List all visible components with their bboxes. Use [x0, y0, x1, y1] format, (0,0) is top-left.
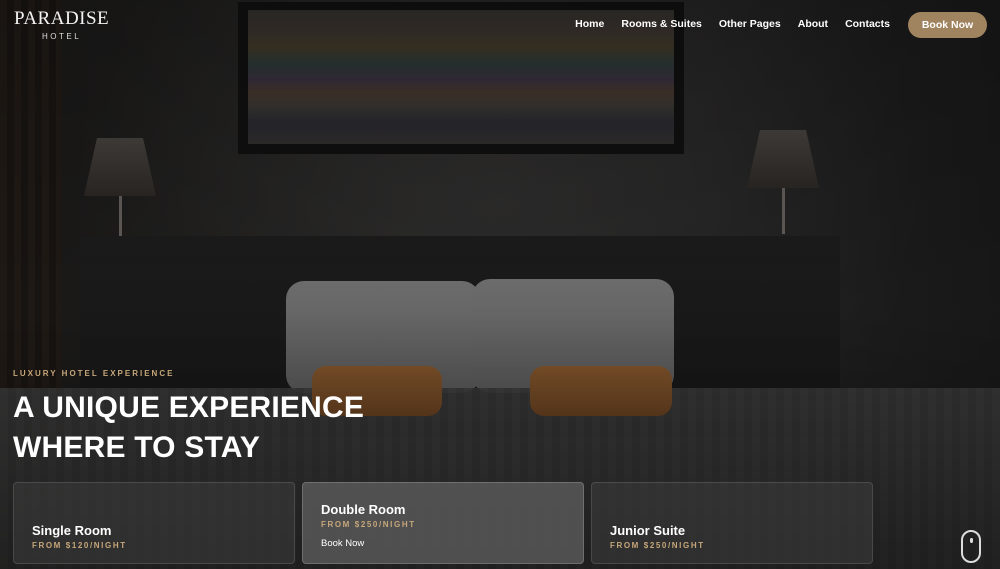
- brand-logo[interactable]: PARADISE HOTEL: [14, 8, 110, 42]
- room-card-title: Single Room: [32, 523, 112, 538]
- brand-tagline: HOTEL: [42, 32, 82, 41]
- room-card-price: FROM $250/NIGHT: [321, 520, 416, 529]
- nav-item-rooms-suites[interactable]: Rooms & Suites: [621, 18, 702, 30]
- room-card-junior-suite[interactable]: Junior Suite FROM $250/NIGHT: [591, 482, 873, 564]
- mouse-scroll-wheel: [970, 538, 973, 543]
- hero-eyebrow: LUXURY HOTEL EXPERIENCE: [13, 369, 175, 378]
- room-card-price: FROM $120/NIGHT: [32, 541, 127, 550]
- nav-item-other-pages[interactable]: Other Pages: [719, 18, 781, 30]
- hero-headline-line2: WHERE TO STAY: [13, 431, 261, 464]
- hero-headline-line1: A UNIQUE EXPERIENCE: [13, 391, 365, 424]
- room-card-book-link[interactable]: Book Now: [321, 538, 364, 549]
- nav-item-home[interactable]: Home: [575, 18, 604, 30]
- room-card-title: Double Room: [321, 502, 406, 517]
- room-card-price: FROM $250/NIGHT: [610, 541, 705, 550]
- brand-name: PARADISE: [14, 8, 110, 29]
- main-nav: Home Rooms & Suites Other Pages About Co…: [558, 18, 890, 30]
- book-now-button[interactable]: Book Now: [908, 12, 987, 38]
- nav-item-about[interactable]: About: [798, 18, 828, 30]
- hero-headline: A UNIQUE EXPERIENCE WHERE TO STAY: [13, 388, 364, 468]
- hero-section: PARADISE HOTEL Home Rooms & Suites Other…: [0, 0, 1000, 569]
- mouse-scroll-icon[interactable]: [961, 530, 981, 563]
- room-card-single[interactable]: Single Room FROM $120/NIGHT: [13, 482, 295, 564]
- room-card-title: Junior Suite: [610, 523, 686, 538]
- room-card-double[interactable]: Double Room FROM $250/NIGHT Book Now: [302, 482, 584, 564]
- nav-item-contacts[interactable]: Contacts: [845, 18, 890, 30]
